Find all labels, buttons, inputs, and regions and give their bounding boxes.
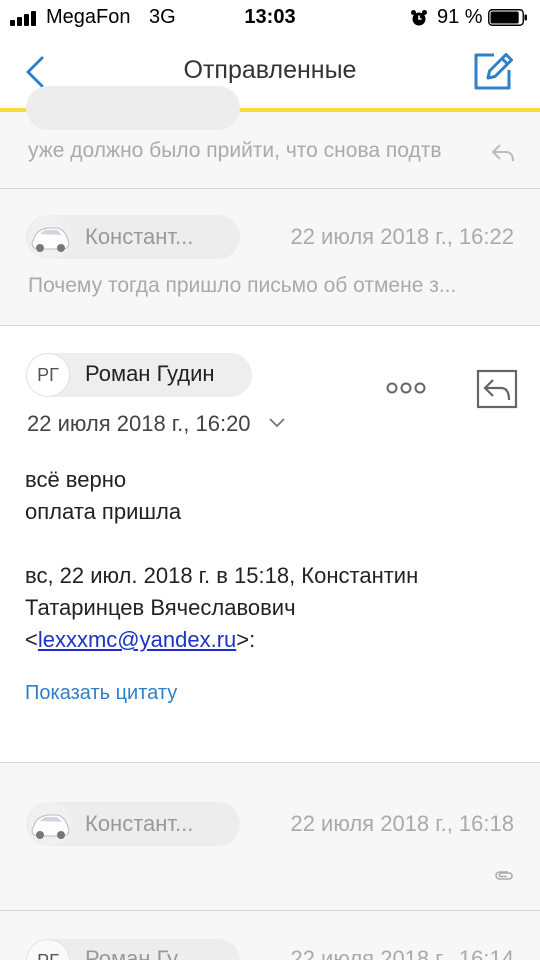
message-item[interactable]: уже должно было прийти, что снова подтв [0,86,540,188]
message-item[interactable]: РГ Роман Гу... 22 июля 2018 г., 16:14 [0,911,540,960]
message-body-line: всё верно [25,467,127,492]
chevron-down-icon[interactable] [268,416,286,430]
more-icon[interactable] [384,376,428,400]
reply-icon [491,144,514,162]
attachment-icon [495,871,513,880]
page-title: Отправленные [183,56,357,84]
message-date: 22 июля 2018 г., 16:22 [290,224,514,249]
message-date[interactable]: 22 июля 2018 г., 16:20 [27,411,251,437]
sender-name: Констант... [85,811,194,836]
quote-email-line: <lexxxmc@yandex.ru>: [25,627,255,653]
divider [0,762,540,763]
car-avatar [28,802,72,846]
quote-header-line: Татаринцев Вячеславович [25,595,296,620]
email-link[interactable]: lexxxmc@yandex.ru [38,627,236,652]
message-date: 22 июля 2018 г., 16:18 [290,811,514,836]
message-body-line: оплата пришла [25,499,182,524]
sender-name: Роман Гу... [85,946,195,960]
message-item[interactable]: Констант... 22 июля 2018 г., 16:22 Почем… [0,189,540,325]
show-quote-link[interactable]: Показать цитату [25,682,177,705]
sender-name: Роман Гудин [85,361,215,386]
message-snippet: Почему тогда пришло письмо об отмене з..… [28,274,457,297]
sender-name: Констант... [85,224,194,249]
sender-chip [26,86,240,130]
email-bracket-close: >: [236,627,256,652]
message-snippet: уже должно было прийти, что снова подтв [28,139,442,162]
alarm-icon [411,10,427,26]
battery-percent: 91 % [437,6,483,28]
car-avatar [28,215,72,259]
quote-header-line: вс, 22 июл. 2018 г. в 15:18, Константин [25,563,419,588]
message-date: 22 июля 2018 г., 16:14 [290,946,514,960]
compose-icon[interactable] [470,50,516,94]
battery-icon [488,9,527,26]
message-item[interactable]: Констант... 22 июля 2018 г., 16:18 [0,774,540,910]
mail-thread-screen: MegaFon 3G 13:03 91 % Отправленные уже д… [0,0,540,960]
email-bracket-open: < [25,627,38,652]
reply-icon[interactable] [475,368,519,410]
avatar: РГ [26,353,70,397]
status-bar: MegaFon 3G 13:03 91 % [0,0,540,36]
